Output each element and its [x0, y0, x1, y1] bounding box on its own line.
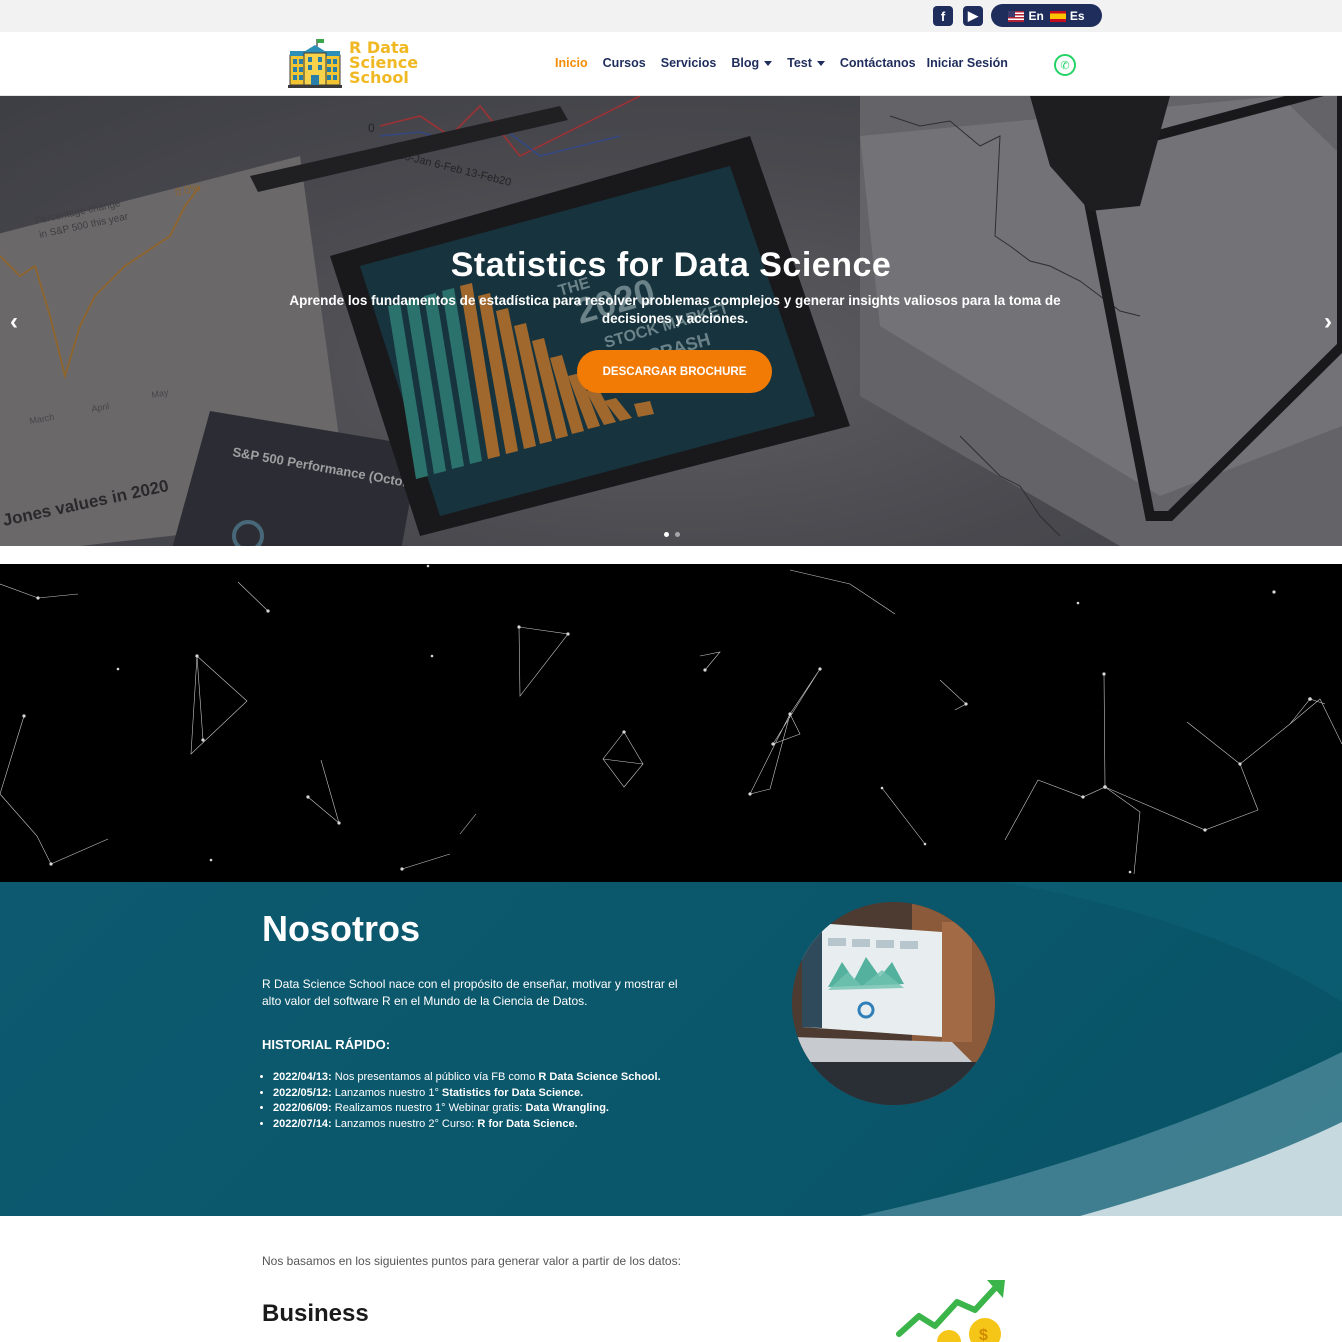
youtube-icon[interactable]: ▶	[963, 6, 983, 26]
nav-test-label: Test	[787, 56, 812, 70]
slider-dot[interactable]	[675, 532, 680, 537]
lang-en-label: En	[1028, 8, 1044, 23]
nav-item-blog[interactable]: Blog	[731, 56, 773, 70]
chevron-down-icon	[816, 61, 825, 67]
top-bar: f ▶ En Es	[0, 0, 1342, 32]
particle-network-section	[0, 564, 1342, 882]
nav-blog-label: Blog	[731, 56, 760, 70]
dollar-sign-icon: $	[979, 1327, 988, 1342]
nav-item-cursos[interactable]: Cursos	[603, 56, 646, 70]
main-header: R Data Science School Inicio Cursos Serv…	[0, 32, 1342, 96]
history-text: Lanzamos nuestro 2° Curso:	[331, 1117, 478, 1130]
slider-prev-arrow-icon[interactable]: ‹	[10, 308, 18, 336]
about-description: R Data Science School nace con el propós…	[262, 977, 678, 1008]
values-intro: Nos basamos en los siguientes puntos par…	[262, 1254, 681, 1268]
nav-item-servicios[interactable]: Servicios	[661, 56, 717, 70]
school-building-icon[interactable]	[288, 37, 342, 89]
hero-subtitle: Aprende los fundamentos de estadística p…	[289, 293, 1061, 326]
business-heading: Business	[262, 1300, 369, 1327]
chevron-down-icon	[764, 61, 773, 67]
history-list: 2022/04/13: Nos presentamos al público v…	[273, 1070, 661, 1132]
history-text: Nos presentamos al público vía FB como	[331, 1071, 539, 1083]
lang-es-label: Es	[1069, 8, 1085, 23]
list-item: 2022/07/14: Lanzamos nuestro 2° Curso: R…	[273, 1117, 661, 1133]
about-title: Nosotros	[262, 908, 421, 949]
hero-slider: Percentage change in S&P 500 this year 0…	[0, 96, 1342, 546]
history-heading: HISTORIAL RÁPIDO:	[262, 1037, 391, 1052]
history-date: 2022/05/12:	[273, 1086, 332, 1099]
main-nav: Inicio Cursos Servicios Blog Test Contác…	[555, 56, 1008, 70]
history-highlight: R Data Science School.	[538, 1071, 661, 1083]
particle-network-graphic	[0, 564, 1342, 875]
hero-title: Statistics for Data Science	[450, 246, 892, 284]
lang-es-option[interactable]: Es	[1049, 8, 1085, 23]
nav-item-test[interactable]: Test	[787, 56, 825, 70]
list-item: 2022/05/12: Lanzamos nuestro 1° Statisti…	[273, 1086, 661, 1102]
whatsapp-icon[interactable]: ✆	[1054, 54, 1076, 76]
spain-flag-icon	[1049, 10, 1066, 22]
about-wave-decoration	[860, 882, 1342, 1216]
facebook-icon[interactable]: f	[933, 6, 953, 26]
history-highlight: Data Wrangling.	[525, 1102, 609, 1114]
download-brochure-button[interactable]: DESCARGAR BROCHURE	[577, 350, 772, 393]
logo-line-3: School	[349, 68, 409, 87]
nav-item-contactanos[interactable]: Contáctanos	[840, 56, 916, 70]
language-switcher[interactable]: En Es	[991, 4, 1102, 27]
history-text: Lanzamos nuestro 1°	[331, 1086, 442, 1099]
history-date: 2022/07/14:	[273, 1117, 332, 1130]
site-logo-text[interactable]: R Data Science School	[349, 40, 418, 87]
about-section: Nosotros R Data Science School nace con …	[0, 882, 1342, 1216]
slider-dot[interactable]	[664, 532, 669, 537]
history-date: 2022/04/13:	[273, 1071, 332, 1083]
history-highlight: R for Data Science.	[477, 1117, 578, 1130]
growth-chart-icon: $	[896, 1280, 1005, 1342]
laptop-dashboard-image	[792, 902, 995, 1105]
nav-item-inicio[interactable]: Inicio	[555, 56, 588, 70]
history-highlight: Statistics for Data Science.	[441, 1086, 584, 1099]
slider-dots	[664, 532, 680, 537]
lang-en-option[interactable]: En	[1008, 8, 1044, 23]
history-text: Realizamos nuestro 1° Webinar gratis:	[331, 1102, 526, 1114]
us-flag-icon	[1008, 10, 1025, 22]
nav-item-iniciar-sesion[interactable]: Iniciar Sesión	[927, 56, 1008, 70]
list-item: 2022/06/09: Realizamos nuestro 1° Webina…	[273, 1101, 661, 1117]
history-date: 2022/06/09:	[273, 1102, 332, 1114]
list-item: 2022/04/13: Nos presentamos al público v…	[273, 1070, 661, 1086]
slider-next-arrow-icon[interactable]: ›	[1324, 308, 1332, 336]
